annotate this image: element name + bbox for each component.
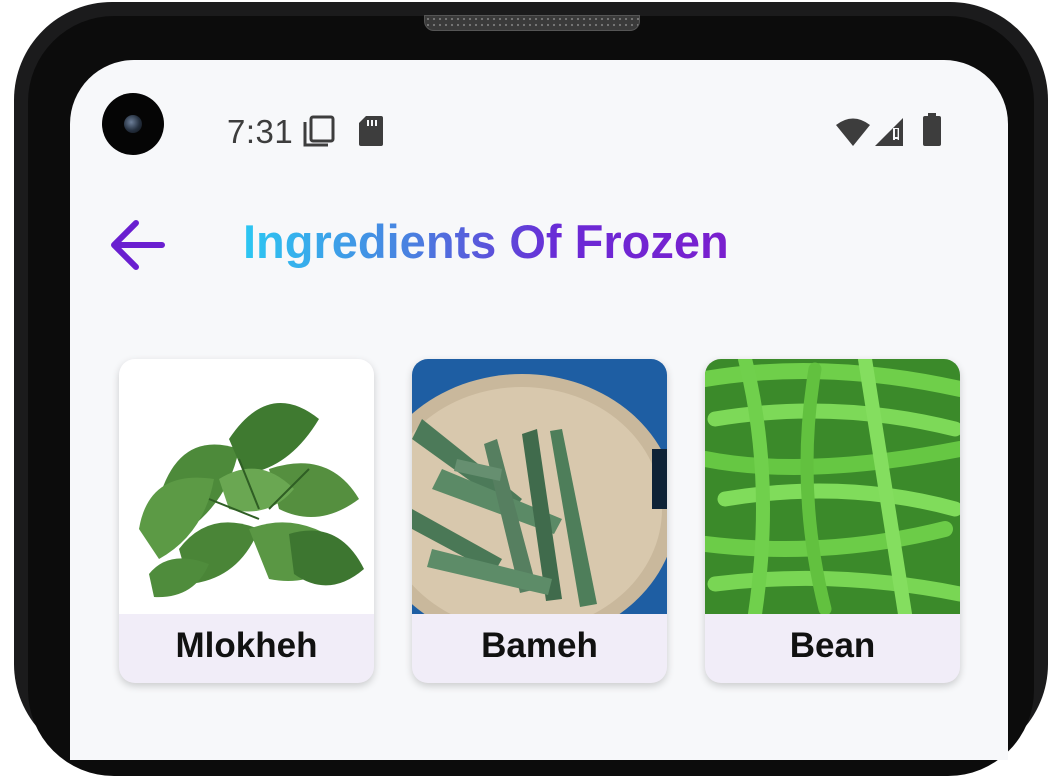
screen-icon bbox=[302, 114, 336, 153]
ingredient-card-bameh[interactable]: Bameh bbox=[412, 359, 667, 683]
earpiece-speaker bbox=[424, 15, 640, 31]
ingredient-card-mlokheh[interactable]: Mlokheh bbox=[119, 359, 374, 683]
back-button[interactable] bbox=[108, 218, 168, 272]
status-time: 7:31 bbox=[227, 113, 294, 150]
battery-icon bbox=[921, 112, 943, 153]
ingredient-card-bean[interactable]: Bean bbox=[705, 359, 960, 683]
sd-card-icon bbox=[357, 114, 385, 153]
green-beans-image bbox=[705, 359, 960, 621]
mlokheh-leaves-image bbox=[119, 359, 374, 614]
arrow-left-icon bbox=[111, 220, 165, 270]
okra-plate-image bbox=[412, 359, 667, 644]
ingredient-label: Bean bbox=[789, 626, 876, 665]
ingredient-label: Mlokheh bbox=[175, 626, 318, 665]
page-title: Ingredients Of Frozen bbox=[243, 215, 729, 268]
ingredient-label: Bameh bbox=[481, 626, 598, 665]
front-camera-icon bbox=[102, 93, 164, 155]
app-screen: 7:31 Ingredients Of Frozen Mlokheh Bameh… bbox=[70, 60, 1008, 760]
wifi-icon bbox=[835, 118, 871, 153]
signal-icon bbox=[873, 116, 909, 153]
